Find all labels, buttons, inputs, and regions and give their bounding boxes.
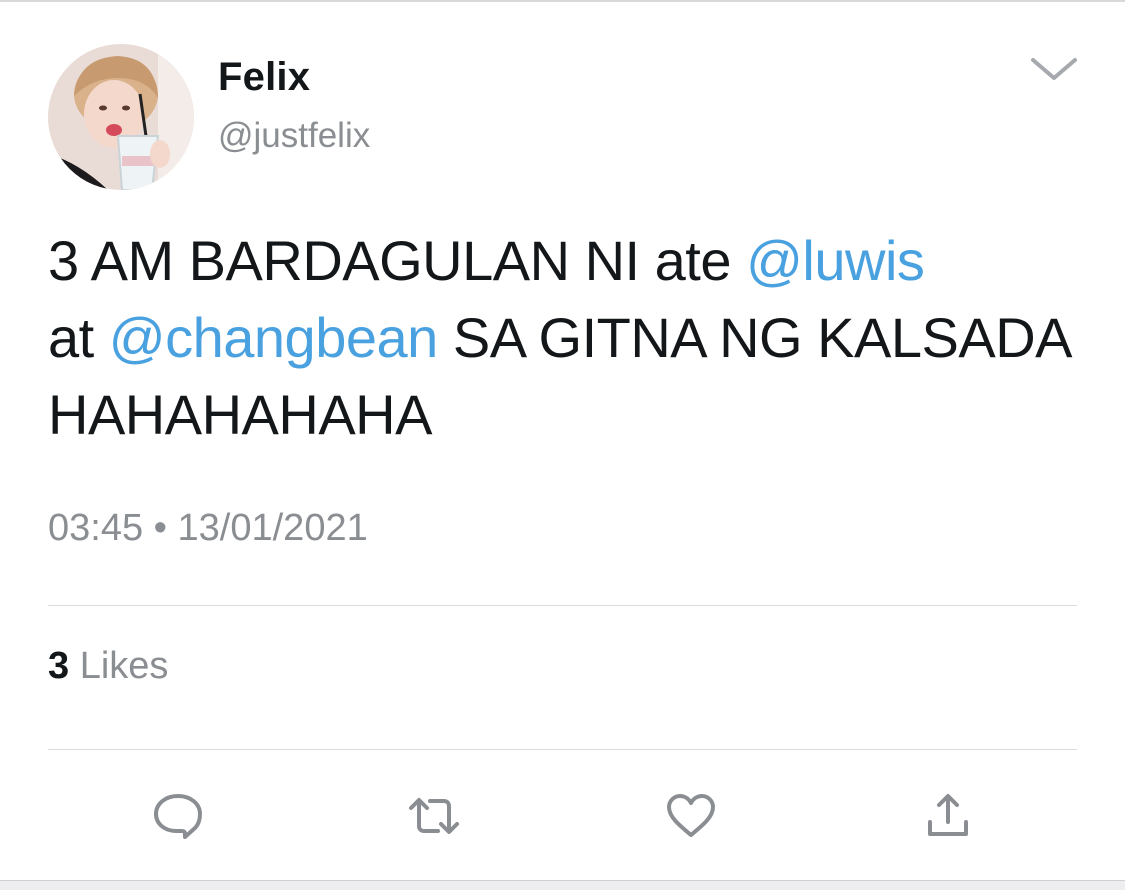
tweet-text-part: 3 AM BARDAGULAN NI ate — [48, 229, 747, 292]
like-button[interactable] — [663, 792, 719, 840]
share-icon — [928, 794, 968, 836]
mention-link-changbean[interactable]: @changbean — [109, 306, 439, 369]
share-button[interactable] — [920, 792, 976, 840]
reply-button[interactable] — [150, 792, 206, 840]
tweet-time: 03:45 — [48, 507, 144, 549]
avatar[interactable] — [48, 44, 194, 190]
avatar-image — [48, 44, 194, 190]
divider — [48, 605, 1077, 606]
likes-count: 3 — [48, 645, 70, 687]
top-border — [0, 0, 1125, 2]
chevron-down-icon[interactable] — [1030, 56, 1078, 82]
divider — [48, 749, 1077, 750]
author-handle[interactable]: @justfelix — [218, 116, 370, 156]
tweet-text-part: at — [48, 306, 109, 369]
tweet-timestamp: 03:45 • 13/01/2021 — [48, 507, 368, 550]
author-display-name[interactable]: Felix — [218, 55, 310, 100]
retweet-button[interactable] — [406, 792, 462, 840]
heart-icon — [667, 794, 715, 837]
retweet-icon — [409, 798, 459, 834]
likes-label: Likes — [79, 645, 169, 687]
reply-icon — [154, 794, 202, 839]
tweet-date: 13/01/2021 — [177, 507, 368, 549]
tweet-text: 3 AM BARDAGULAN NI ate @luwis at @changb… — [48, 222, 1088, 453]
timestamp-separator: • — [153, 507, 167, 549]
mention-link-luwis[interactable]: @luwis — [746, 229, 925, 292]
likes-stat[interactable]: 3 Likes — [48, 645, 168, 688]
